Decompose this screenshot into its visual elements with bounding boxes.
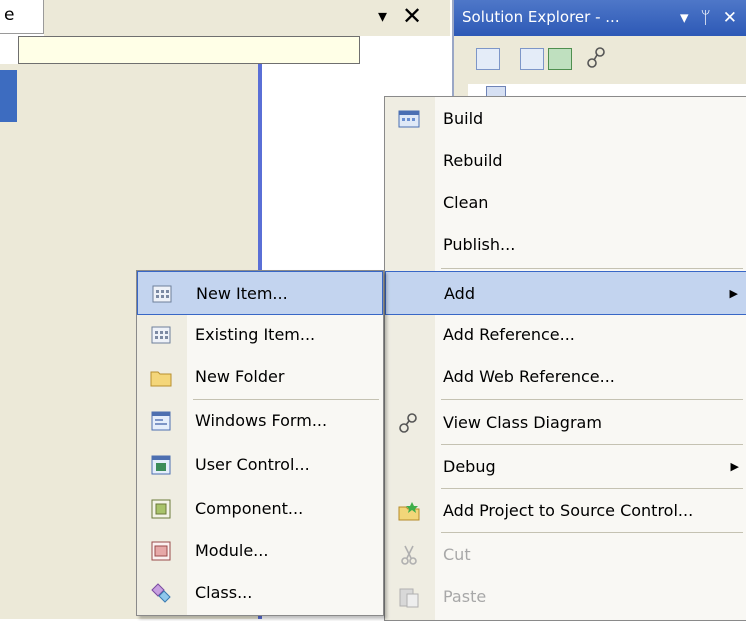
- menu-item-label: Add Project to Source Control...: [443, 501, 694, 520]
- project-context-menu: Build Rebuild Clean Publish... Add ▶ Add…: [384, 96, 746, 621]
- module-icon: [150, 540, 172, 562]
- menu-separator: [441, 268, 743, 269]
- add-submenu: New Item... Existing Item... New Folder …: [136, 270, 384, 616]
- menu-item-label: Component...: [195, 499, 304, 518]
- show-all-files-icon[interactable]: [520, 48, 544, 70]
- close-document-icon[interactable]: ✕: [402, 2, 422, 30]
- new-item-icon: [151, 283, 173, 305]
- menu-item-label: Rebuild: [443, 151, 503, 170]
- menu-item-label: Cut: [443, 545, 471, 564]
- menu-item-label: New Folder: [195, 367, 285, 386]
- menu-item-label: New Item...: [196, 284, 288, 303]
- menu-item-label: Add Web Reference...: [443, 367, 615, 386]
- menu-item-label: Windows Form...: [195, 411, 328, 430]
- submenu-item-new-folder[interactable]: New Folder: [137, 355, 383, 399]
- menu-item-label: User Control...: [195, 455, 310, 474]
- menu-item-label: Build: [443, 109, 484, 128]
- source-control-icon: [398, 500, 420, 522]
- submenu-item-new-item[interactable]: New Item...: [137, 271, 383, 315]
- menu-item-clean[interactable]: Clean: [385, 181, 746, 225]
- menu-item-debug[interactable]: Debug ▶: [385, 445, 746, 489]
- menu-item-add-to-source-control[interactable]: Add Project to Source Control...: [385, 489, 746, 533]
- properties-icon[interactable]: [476, 48, 500, 70]
- menu-item-label: Paste: [443, 587, 487, 606]
- menu-separator: [441, 399, 743, 400]
- submenu-item-existing-item[interactable]: Existing Item...: [137, 313, 383, 357]
- refresh-icon[interactable]: [548, 48, 572, 70]
- submenu-item-module[interactable]: Module...: [137, 529, 383, 573]
- submenu-item-user-control[interactable]: User Control...: [137, 443, 383, 487]
- menu-item-add-web-reference[interactable]: Add Web Reference...: [385, 355, 746, 399]
- menu-item-add[interactable]: Add ▶: [385, 271, 746, 315]
- menu-item-publish[interactable]: Publish...: [385, 223, 746, 267]
- menu-item-label: Debug: [443, 457, 496, 476]
- submenu-arrow-icon: ▶: [729, 287, 738, 300]
- menu-item-label: Clean: [443, 193, 489, 212]
- submenu-item-windows-form[interactable]: Windows Form...: [137, 399, 383, 443]
- menu-item-label: Existing Item...: [195, 325, 316, 344]
- class-icon: [150, 582, 172, 604]
- existing-item-icon: [150, 324, 172, 346]
- menu-item-label: Add: [444, 284, 475, 303]
- document-tab-strip: [44, 0, 450, 36]
- submenu-item-class[interactable]: Class...: [137, 571, 383, 615]
- menu-item-label: View Class Diagram: [443, 413, 602, 432]
- submenu-arrow-icon: ▶: [730, 460, 739, 473]
- menu-item-label: Module...: [195, 541, 269, 560]
- cut-icon: [398, 544, 420, 566]
- view-class-diagram-toolbar-icon[interactable]: [586, 46, 608, 70]
- menu-item-cut[interactable]: Cut: [385, 533, 746, 577]
- windows-form-icon: [150, 410, 172, 432]
- menu-item-rebuild[interactable]: Rebuild: [385, 139, 746, 183]
- user-control-icon: [150, 454, 172, 476]
- menu-item-label: Publish...: [443, 235, 516, 254]
- build-icon: [398, 108, 420, 130]
- menu-item-view-class-diagram[interactable]: View Class Diagram: [385, 401, 746, 445]
- dropdown-icon[interactable]: ▾: [680, 8, 701, 28]
- submenu-item-component[interactable]: Component...: [137, 487, 383, 531]
- component-icon: [150, 498, 172, 520]
- solution-explorer-title-buttons[interactable]: ▾ᛘ✕: [680, 0, 746, 36]
- close-icon[interactable]: ✕: [723, 8, 746, 28]
- menu-item-build[interactable]: Build: [385, 97, 746, 141]
- pin-icon[interactable]: ᛘ: [701, 8, 723, 28]
- document-tab[interactable]: e: [0, 0, 44, 34]
- tooltip-box: [18, 36, 360, 64]
- paste-icon: [398, 586, 420, 608]
- menu-item-label: Add Reference...: [443, 325, 575, 344]
- class-diagram-icon: [398, 412, 420, 434]
- menu-item-add-reference[interactable]: Add Reference...: [385, 313, 746, 357]
- menu-item-label: Class...: [195, 583, 253, 602]
- selected-control-strip: [0, 70, 17, 122]
- window-position-dropdown-icon[interactable]: ▾: [378, 6, 387, 27]
- folder-icon: [150, 366, 172, 388]
- menu-item-paste[interactable]: Paste: [385, 575, 746, 619]
